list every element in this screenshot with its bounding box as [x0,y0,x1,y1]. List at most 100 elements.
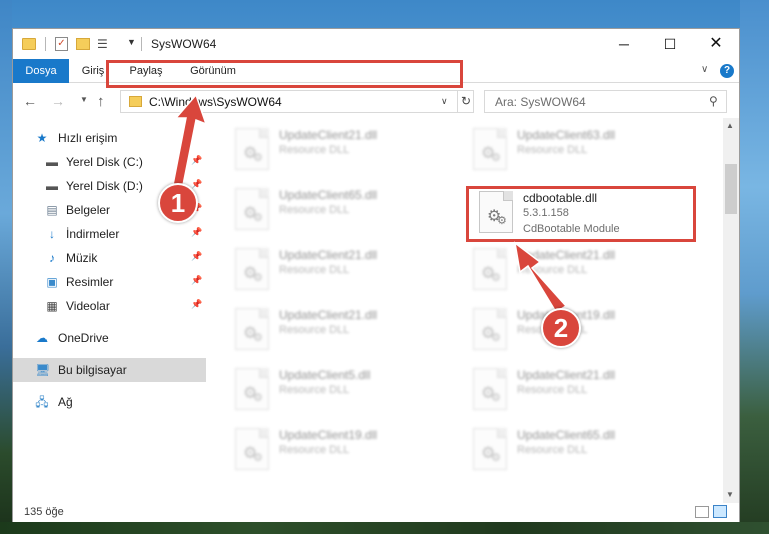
customize-toolbar-chevron-icon[interactable]: ▼ [127,37,136,47]
pin-icon[interactable]: 📌 [191,275,202,286]
pin-icon[interactable]: 📌 [191,179,202,190]
up-arrow-icon[interactable]: ↑ [97,93,105,110]
file-name: UpdateClient21.dll [279,128,378,142]
drive-icon: ▬ [46,155,58,169]
scroll-up-arrow-icon[interactable]: ▲ [726,121,734,130]
file-item[interactable]: ⚙ ⚙ UpdateClient21.dll Resource DLL [227,304,447,356]
close-button[interactable]: ✕ [693,29,739,59]
item-count: 135 öğe [24,506,64,518]
properties-check-icon[interactable]: ✓ [55,37,68,51]
large-icons-view-icon[interactable] [713,505,727,518]
pin-icon[interactable]: 📌 [191,155,202,166]
pin-icon[interactable]: 📌 [191,227,202,238]
tab-dosya[interactable]: Dosya [13,59,69,83]
sidebar-item-downloads[interactable]: ↓ İndirmeler 📌 [13,222,206,246]
file-type: Resource DLL [279,444,350,456]
scroll-down-arrow-icon[interactable]: ▼ [726,490,734,499]
new-folder-icon[interactable] [76,38,90,50]
dll-file-icon: ⚙ ⚙ [473,428,507,470]
file-type: Resource DLL [279,264,350,276]
file-type: Resource DLL [279,324,350,336]
quick-access-menu-icon[interactable]: ☰ [97,37,111,51]
sidebar-item-onedrive[interactable]: ☁ OneDrive [13,326,206,350]
explorer-window: ✓ ☰ ▼ SysWOW64 ─ ☐ ✕ Dosya Giriş Paylaş … [12,28,740,522]
sidebar-item-label: Müzik [66,251,98,265]
videos-icon: ▦ [46,299,58,313]
file-item[interactable]: ⚙ ⚙ UpdateClient21.dll Resource DLL [465,244,685,296]
sidebar-item-label: Belgeler [66,203,111,217]
refresh-icon[interactable]: ↻ [457,91,474,112]
sidebar-item-label: Ağ [58,395,73,409]
sidebar-item-label: OneDrive [58,331,109,345]
file-name: UpdateClient21.dll [517,248,616,262]
documents-icon: ▤ [46,203,58,217]
folder-icon [22,38,36,50]
details-view-icon[interactable] [695,506,709,518]
file-type: Resource DLL [279,144,350,156]
dll-file-icon: ⚙ ⚙ [235,128,269,170]
address-path[interactable]: C:\Windows\SysWOW64 [149,95,282,109]
navigation-bar: ← → ▼ ↑ C:\Windows\SysWOW64 ∨ ↻ Ara: Sys… [13,84,739,118]
navigation-pane: ★ Hızlı erişim ▬ Yerel Disk (C:) 📌 ▬ Yer… [13,118,206,503]
sidebar-item-network[interactable]: 🖧 Ağ [13,390,206,414]
recent-locations-chevron-icon[interactable]: ▼ [80,95,88,104]
file-item[interactable]: ⚙⚙ UpdateClient19.dll Resource DLL [227,424,447,476]
file-list: ⚙ ⚙ UpdateClient21.dll Resource DLL ⚙ ⚙ Up… [207,118,723,503]
file-type: Resource DLL [517,444,588,456]
onedrive-icon: ☁ [36,331,48,345]
file-item[interactable]: ⚙ ⚙ UpdateClient21.dll Resource DLL [227,124,447,176]
star-icon: ★ [36,131,48,145]
file-name: UpdateClient65.dll [517,428,616,442]
sidebar-item-quick-access[interactable]: ★ Hızlı erişim [13,126,206,150]
file-item[interactable]: ⚙ ⚙ UpdateClient21.dll Resource DLL [465,364,685,416]
file-name: UpdateClient5.dll [279,368,371,382]
dll-file-icon: ⚙ ⚙ [235,368,269,410]
dll-file-icon: ⚙ ⚙ [235,428,269,470]
address-dropdown-chevron-icon[interactable]: ∨ [441,96,448,107]
file-type: Resource DLL [517,384,588,396]
file-item[interactable]: ⚙ ⚙ UpdateClient65.dll Resource DLL [227,184,447,236]
forward-arrow-icon[interactable]: → [51,93,65,109]
desktop-background-left [0,0,12,534]
sidebar-item-pictures[interactable]: ▣ Resimler 📌 [13,270,206,294]
sidebar-item-music[interactable]: ♪ Müzik 📌 [13,246,206,270]
sidebar-item-label: Bu bilgisayar [58,363,127,377]
search-icon: ⚲ [709,94,718,108]
sidebar-item-local-disk-c[interactable]: ▬ Yerel Disk (C:) 📌 [13,150,206,174]
file-type: Resource DLL [517,144,588,156]
window-title: SysWOW64 [151,37,217,51]
file-item[interactable]: ⚙ ⚙ UpdateClient21.dll Resource DLL [227,244,447,296]
file-highlight-box [466,186,696,242]
pin-icon[interactable]: 📌 [191,251,202,262]
help-icon[interactable]: ? [720,64,734,78]
file-item[interactable]: ⚙ ⚙ UpdateClient5.dll Resource DLL [227,364,447,416]
drive-icon: ▬ [46,179,58,193]
scroll-thumb[interactable] [725,164,737,214]
file-name: UpdateClient21.dll [279,308,378,322]
search-input[interactable]: Ara: SysWOW64 ⚲ [484,90,727,113]
pin-icon[interactable]: 📌 [191,299,202,310]
sidebar-item-videos[interactable]: ▦ Videolar 📌 [13,294,206,318]
callout-step-2: 2 [541,308,581,348]
back-arrow-icon[interactable]: ← [23,93,37,109]
file-name: UpdateClient21.dll [279,248,378,262]
minimize-button[interactable]: ─ [601,29,647,59]
sidebar-item-label: Hızlı erişim [58,131,118,145]
folder-icon [129,96,142,107]
desktop-background-bottom [0,522,769,534]
search-placeholder: Ara: SysWOW64 [495,95,586,109]
file-name: UpdateClient19.dll [279,428,378,442]
dll-file-icon: ⚙ ⚙ [473,368,507,410]
file-item[interactable]: ⚙ ⚙ UpdateClient65.dll Resource DLL [465,424,685,476]
file-item[interactable]: ⚙ ⚙ UpdateClient63.dll Resource DLL [465,124,685,176]
vertical-scrollbar[interactable]: ▲ ▼ [723,118,739,503]
dll-file-icon: ⚙ ⚙ [235,248,269,290]
toolbar-separator [141,37,142,51]
status-bar: 135 öğe [13,503,739,522]
sidebar-item-this-pc[interactable]: 🖥 Bu bilgisayar [13,358,206,382]
computer-icon: 🖥 [35,363,51,377]
maximize-button[interactable]: ☐ [647,29,693,59]
expand-ribbon-chevron-icon[interactable]: ∨ [701,64,708,75]
address-bar[interactable]: C:\Windows\SysWOW64 ∨ ↻ [120,90,474,113]
downloads-icon: ↓ [49,227,55,241]
